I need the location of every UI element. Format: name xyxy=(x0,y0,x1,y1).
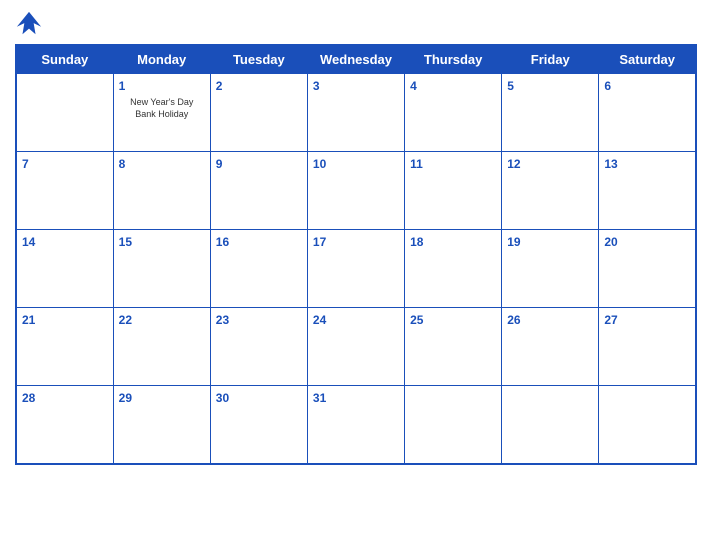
week-row-1: 1 New Year's Day Bank Holiday 2 3 4 5 6 xyxy=(16,74,696,152)
date-number: 13 xyxy=(604,157,617,171)
cell-week3-day4: 18 xyxy=(405,230,502,308)
date-number: 17 xyxy=(313,235,326,249)
date-number: 30 xyxy=(216,391,229,405)
week-row-2: 7 8 9 10 11 12 13 xyxy=(16,152,696,230)
date-number: 10 xyxy=(313,157,326,171)
cell-week5-day0: 28 xyxy=(16,386,113,464)
week-row-3: 14 15 16 17 18 19 20 xyxy=(16,230,696,308)
cell-week4-day3: 24 xyxy=(307,308,404,386)
cell-week2-day4: 11 xyxy=(405,152,502,230)
header-friday: Friday xyxy=(502,45,599,74)
cell-week1-day5: 5 xyxy=(502,74,599,152)
date-number: 22 xyxy=(119,313,132,327)
date-number: 19 xyxy=(507,235,520,249)
cell-week3-day3: 17 xyxy=(307,230,404,308)
country-label xyxy=(637,10,697,14)
calendar-table: Sunday Monday Tuesday Wednesday Thursday… xyxy=(15,44,697,465)
logo xyxy=(15,10,47,38)
cell-week3-day5: 19 xyxy=(502,230,599,308)
date-number: 28 xyxy=(22,391,35,405)
header-sunday: Sunday xyxy=(16,45,113,74)
weekday-header-row: Sunday Monday Tuesday Wednesday Thursday… xyxy=(16,45,696,74)
date-number: 3 xyxy=(313,79,320,93)
cell-week1-day6: 6 xyxy=(599,74,696,152)
date-number: 15 xyxy=(119,235,132,249)
cell-week2-day6: 13 xyxy=(599,152,696,230)
date-number: 16 xyxy=(216,235,229,249)
calendar-wrapper: Sunday Monday Tuesday Wednesday Thursday… xyxy=(0,0,712,550)
cell-week1-day0 xyxy=(16,74,113,152)
date-number: 21 xyxy=(22,313,35,327)
cell-week4-day1: 22 xyxy=(113,308,210,386)
cell-week1-day4: 4 xyxy=(405,74,502,152)
cell-week2-day0: 7 xyxy=(16,152,113,230)
header-saturday: Saturday xyxy=(599,45,696,74)
date-number: 4 xyxy=(410,79,417,93)
cell-week2-day3: 10 xyxy=(307,152,404,230)
cell-week5-day3: 31 xyxy=(307,386,404,464)
cell-week4-day6: 27 xyxy=(599,308,696,386)
cell-week4-day0: 21 xyxy=(16,308,113,386)
date-number: 14 xyxy=(22,235,35,249)
cell-week4-day5: 26 xyxy=(502,308,599,386)
date-number: 20 xyxy=(604,235,617,249)
cell-week1-day3: 3 xyxy=(307,74,404,152)
date-number: 23 xyxy=(216,313,229,327)
cell-week2-day5: 12 xyxy=(502,152,599,230)
date-number: 24 xyxy=(313,313,326,327)
cell-week5-day2: 30 xyxy=(210,386,307,464)
cell-week1-day2: 2 xyxy=(210,74,307,152)
date-number: 6 xyxy=(604,79,611,93)
cell-week3-day1: 15 xyxy=(113,230,210,308)
cell-week2-day1: 8 xyxy=(113,152,210,230)
holiday-label: New Year's Day Bank Holiday xyxy=(119,97,205,120)
cell-week2-day2: 9 xyxy=(210,152,307,230)
header-monday: Monday xyxy=(113,45,210,74)
cell-week5-day6 xyxy=(599,386,696,464)
cell-week3-day0: 14 xyxy=(16,230,113,308)
cell-week5-day1: 29 xyxy=(113,386,210,464)
header-tuesday: Tuesday xyxy=(210,45,307,74)
date-number: 18 xyxy=(410,235,423,249)
calendar-body: 1New Year's Day Bank Holiday234567891011… xyxy=(16,74,696,464)
logo-bird-icon xyxy=(15,10,43,38)
date-number: 1 xyxy=(119,79,126,93)
header-wednesday: Wednesday xyxy=(307,45,404,74)
week-row-4: 21 22 23 24 25 26 27 xyxy=(16,308,696,386)
date-number: 26 xyxy=(507,313,520,327)
date-number: 11 xyxy=(410,157,423,171)
cell-week3-day6: 20 xyxy=(599,230,696,308)
date-number: 9 xyxy=(216,157,223,171)
cell-week5-day5 xyxy=(502,386,599,464)
date-number: 25 xyxy=(410,313,423,327)
date-number: 12 xyxy=(507,157,520,171)
cell-week5-day4 xyxy=(405,386,502,464)
week-row-5: 28 29 30 31 xyxy=(16,386,696,464)
cell-week4-day2: 23 xyxy=(210,308,307,386)
cell-week1-day1: 1 New Year's Day Bank Holiday xyxy=(113,74,210,152)
header-thursday: Thursday xyxy=(405,45,502,74)
date-number: 2 xyxy=(216,79,223,93)
date-number: 7 xyxy=(22,157,29,171)
date-number: 5 xyxy=(507,79,514,93)
calendar-header xyxy=(15,10,697,38)
cell-week4-day4: 25 xyxy=(405,308,502,386)
date-number: 8 xyxy=(119,157,126,171)
date-number: 29 xyxy=(119,391,132,405)
cell-week3-day2: 16 xyxy=(210,230,307,308)
date-number: 31 xyxy=(313,391,326,405)
date-number: 27 xyxy=(604,313,617,327)
